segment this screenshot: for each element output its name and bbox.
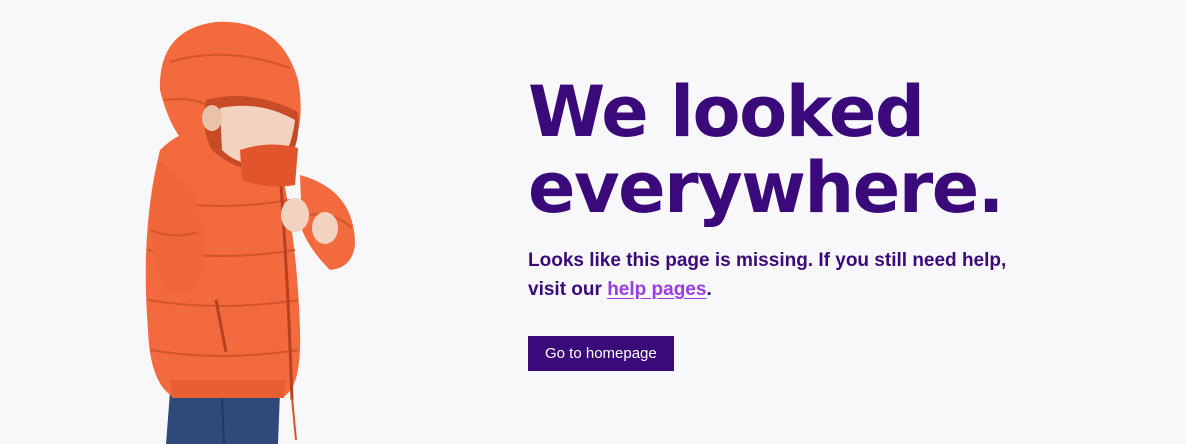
- headline-line-2: everywhere.: [528, 147, 1004, 229]
- headline-line-1: We looked: [528, 71, 925, 153]
- missing-page-message: Looks like this page is missing. If you …: [528, 246, 1028, 304]
- message-text: Looks like this page is missing. If you …: [528, 250, 1007, 300]
- error-message-block: We looked everywhere. Looks like this pa…: [528, 74, 1168, 371]
- not-found-page: We looked everywhere. Looks like this pa…: [0, 0, 1186, 444]
- page-headline: We looked everywhere.: [528, 74, 1168, 226]
- message-period: .: [706, 279, 712, 300]
- help-pages-link[interactable]: help pages: [607, 279, 706, 300]
- go-to-homepage-button[interactable]: Go to homepage: [528, 336, 674, 371]
- child-in-orange-jacket-image: [130, 0, 370, 444]
